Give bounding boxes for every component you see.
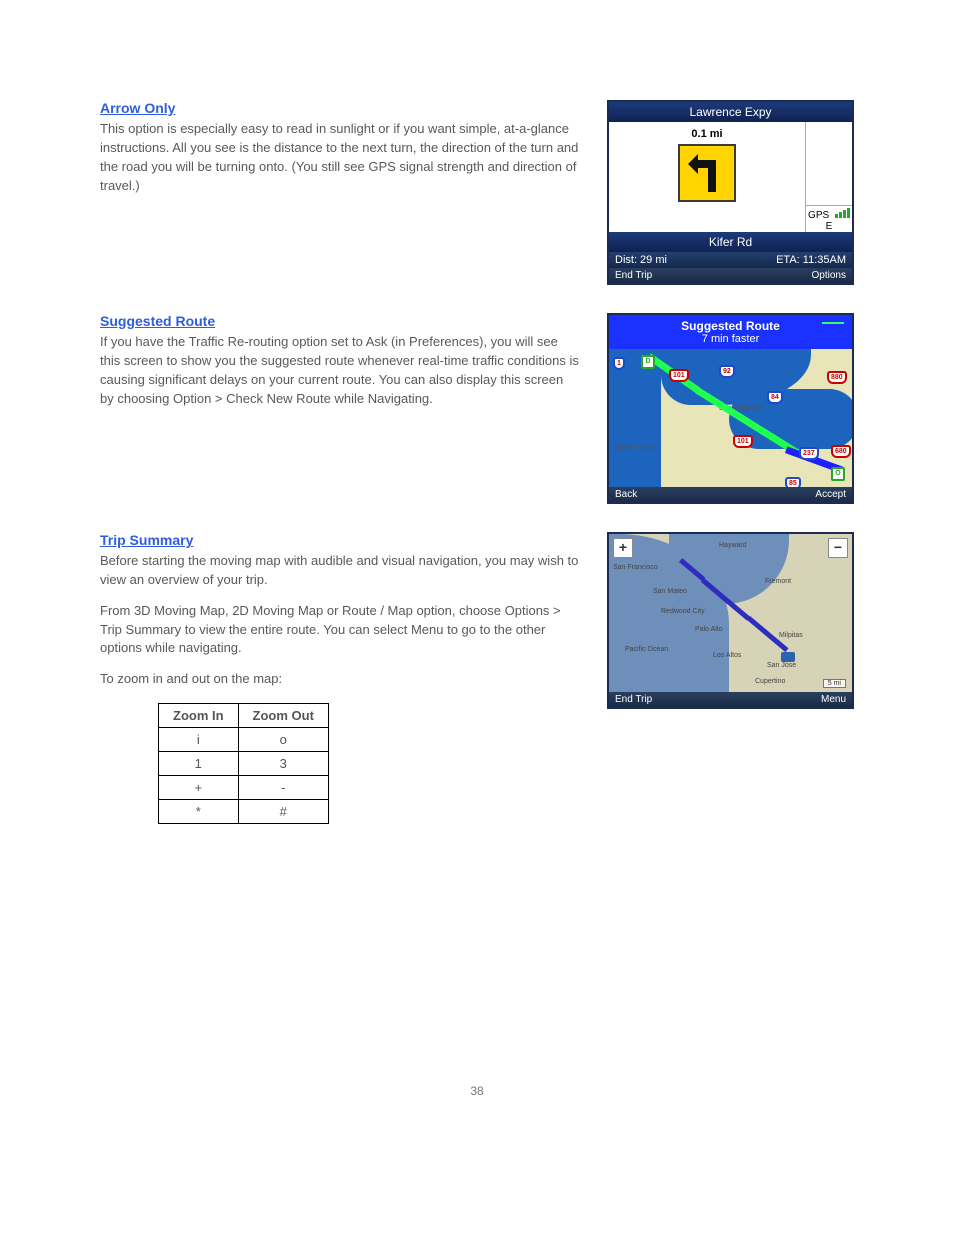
gps-signal-icon <box>834 208 850 218</box>
hwy-shield: 84 <box>767 391 783 404</box>
device1-softkey-left[interactable]: End Trip <box>615 270 652 281</box>
vehicle-icon <box>781 652 795 662</box>
device3-map[interactable]: + − 5 mi San Francisco Hayward Fremont S… <box>609 534 852 692</box>
hwy-shield: 237 <box>799 447 819 460</box>
city-label: Redwood City <box>661 608 705 615</box>
origin-pin: O <box>831 467 845 481</box>
zoom-out-button[interactable]: − <box>828 538 848 558</box>
device-arrow-only: Lawrence Expy 0.1 mi GPS E <box>607 100 854 285</box>
table-cell: o <box>238 728 328 752</box>
city-label: Cupertino <box>755 678 785 685</box>
page-number: 38 <box>100 1084 854 1098</box>
table-cell: * <box>159 800 239 824</box>
heading-arrow-only: Arrow Only <box>100 100 579 116</box>
device1-softkey-right[interactable]: Options <box>812 270 846 281</box>
scale-indicator: 5 mi <box>823 679 846 688</box>
trip-paragraph-3: To zoom in and out on the map: <box>100 670 579 689</box>
table-cell: # <box>238 800 328 824</box>
device1-title: Lawrence Expy <box>609 102 852 122</box>
device2-title-line2: 7 min faster <box>613 333 848 345</box>
table-cell: + <box>159 776 239 800</box>
city-label: Los Altos <box>713 652 741 659</box>
city-label: San Mateo <box>653 588 687 595</box>
turn-left-icon <box>678 144 736 202</box>
heading-indicator: E <box>826 221 833 232</box>
hwy-shield: 1 <box>613 357 625 370</box>
device1-distance: 0.1 mi <box>609 128 805 140</box>
th-zoom-out: Zoom Out <box>238 704 328 728</box>
gps-label: GPS <box>808 210 829 221</box>
device3-softkey-left[interactable]: End Trip <box>615 694 652 705</box>
device1-trip-distance: Dist: 29 mi <box>615 254 667 266</box>
table-cell: - <box>238 776 328 800</box>
destination-pin: D <box>641 355 655 369</box>
arrow-paragraph: This option is especially easy to read i… <box>100 120 579 195</box>
device2-softkey-left[interactable]: Back <box>615 489 637 500</box>
table-cell: 3 <box>238 752 328 776</box>
zoom-in-button[interactable]: + <box>613 538 633 558</box>
table-cell: i <box>159 728 239 752</box>
device1-road: Kifer Rd <box>609 232 852 252</box>
city-label: San Jose <box>767 662 796 669</box>
device1-eta: ETA: 11:35AM <box>776 254 846 266</box>
map-label-pacific: Pacific Ocean <box>615 445 658 452</box>
device2-map: Pacific Ocean San Francisco D O 1 101 92… <box>609 349 852 487</box>
city-label: Pacific Ocean <box>625 646 668 653</box>
table-cell: 1 <box>159 752 239 776</box>
device-suggested-route: Suggested Route 7 min faster Pacific Oce… <box>607 313 854 504</box>
th-zoom-in: Zoom In <box>159 704 239 728</box>
device-trip-summary: + − 5 mi San Francisco Hayward Fremont S… <box>607 532 854 709</box>
trip-paragraph-2: From 3D Moving Map, 2D Moving Map or Rou… <box>100 602 579 659</box>
hwy-shield: 880 <box>827 371 847 384</box>
route-color-legend-icon <box>822 322 844 324</box>
zoom-shortcut-table: Zoom InZoom Out io 13 +- *# <box>158 703 329 824</box>
hwy-shield: 92 <box>719 365 735 378</box>
city-label: Milpitas <box>779 632 803 639</box>
city-label: San Francisco <box>613 564 658 571</box>
heading-suggested-route: Suggested Route <box>100 313 579 329</box>
suggested-paragraph: If you have the Traffic Re-routing optio… <box>100 333 579 408</box>
city-label: Fremont <box>765 578 791 585</box>
heading-trip-summary: Trip Summary <box>100 532 579 548</box>
trip-paragraph-1: Before starting the moving map with audi… <box>100 552 579 590</box>
hwy-shield: 101 <box>733 435 753 448</box>
device2-title-line1: Suggested Route <box>613 319 848 333</box>
hwy-shield: 101 <box>669 369 689 382</box>
device2-softkey-right[interactable]: Accept <box>815 489 846 500</box>
city-label: Hayward <box>719 542 747 549</box>
city-label: Palo Alto <box>695 626 723 633</box>
device3-softkey-right[interactable]: Menu <box>821 694 846 705</box>
hwy-shield: 85 <box>785 477 801 487</box>
hwy-shield: 680 <box>831 445 851 458</box>
